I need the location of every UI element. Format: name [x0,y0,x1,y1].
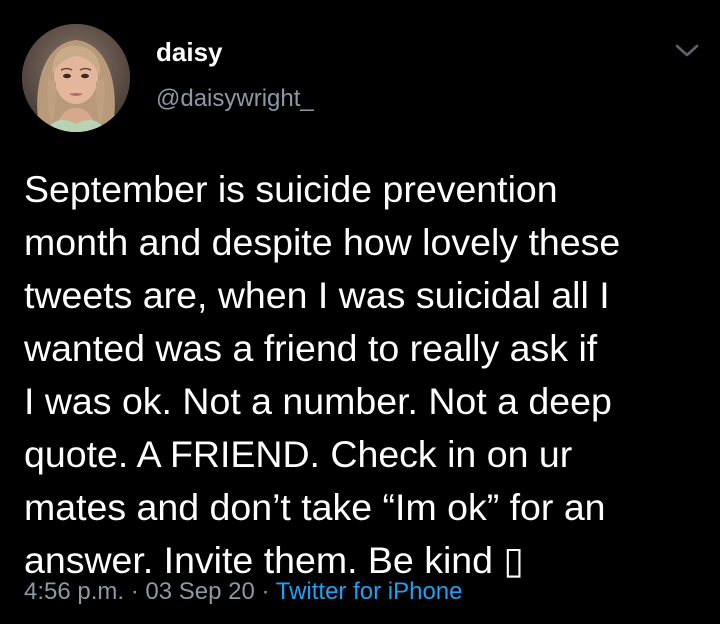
profile-photo-icon [22,24,130,132]
chevron-down-icon [675,44,699,57]
tweet-time[interactable]: 4:56 p.m. [24,578,124,605]
avatar[interactable] [22,24,130,132]
separator: · [254,578,276,605]
separator: · [124,578,146,605]
tweet-card: daisy @daisywright_ September is suicide… [0,0,720,624]
tweet-menu-button[interactable] [672,38,702,62]
tweet-date[interactable]: 03 Sep 20 [145,578,254,605]
display-name[interactable]: daisy [156,36,223,68]
tweet-source-link[interactable]: Twitter for iPhone [276,578,463,605]
username-handle[interactable]: @daisywright_ [156,84,314,114]
tweet-metadata: 4:56 p.m. · 03 Sep 20 · Twitter for iPho… [24,576,462,608]
tweet-text: September is suicide prevention month an… [24,168,621,581]
